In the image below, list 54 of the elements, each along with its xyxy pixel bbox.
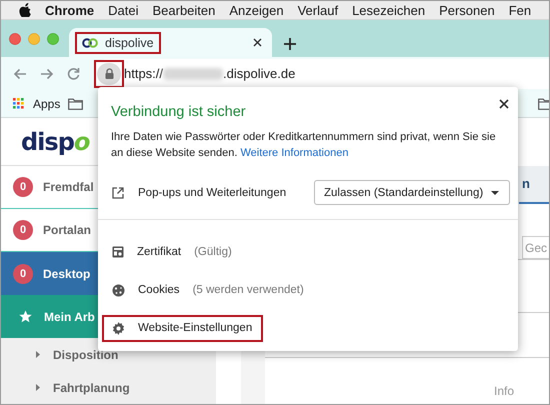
back-icon[interactable] [13, 68, 27, 80]
cookie-icon [112, 284, 125, 296]
count-badge: 0 [13, 220, 33, 240]
reload-icon[interactable] [67, 67, 80, 80]
info-label: Info [494, 384, 514, 398]
menu-item[interactable]: Bearbeiten [152, 2, 216, 18]
url-text: .dispolive.de [223, 66, 296, 81]
plus-icon[interactable] [284, 38, 296, 50]
site-info-item[interactable]: Zertifikat (Gültig) [102, 239, 243, 265]
browser-tab[interactable]: dispolive [69, 28, 272, 57]
submenu-item[interactable]: Fahrtplanung [1, 371, 216, 404]
menu-item[interactable]: Anzeigen [229, 2, 284, 18]
item-label: Cookies [138, 284, 180, 296]
permission-label: Pop-ups und Weiterleitungen [138, 186, 286, 198]
permission-dropdown[interactable]: Zulassen (Standardeinstellung) [314, 180, 510, 205]
caret-right-icon [36, 351, 40, 358]
site-info-item[interactable]: Website-Einstellungen [102, 314, 264, 342]
apps-grid-icon [13, 98, 24, 109]
close-icon [499, 99, 509, 109]
menu-item[interactable]: Chrome [45, 2, 94, 18]
search-field[interactable]: Gec [522, 236, 549, 259]
more-info-link[interactable]: Weitere Informationen [240, 147, 348, 159]
certificate-icon [112, 246, 124, 258]
menu-item[interactable]: Fen [508, 2, 532, 18]
menu-item[interactable]: Datei [108, 2, 138, 18]
lock-icon [104, 68, 114, 79]
close-icon [253, 38, 262, 47]
apple-icon [19, 3, 31, 17]
count-badge: 0 [13, 264, 33, 284]
external-link-icon [112, 186, 124, 198]
item-detail: (Gültig) [194, 246, 232, 258]
blurred-text [163, 68, 224, 80]
popup-title: Verbindung ist sicher [110, 103, 246, 120]
item-label: Website-Einstellungen [138, 322, 252, 334]
apps-bookmark[interactable]: Apps [13, 96, 60, 110]
caret-right-icon [36, 384, 40, 391]
site-info-item[interactable]: Cookies (5 werden verwendet) [102, 276, 315, 304]
folder-icon[interactable] [538, 98, 549, 110]
star-icon [19, 310, 32, 323]
window-control-icon[interactable] [9, 32, 21, 44]
item-detail: (5 werden verwendet) [192, 284, 304, 296]
menu-item[interactable]: Personen [439, 2, 495, 18]
item-label: Zertifikat [137, 246, 182, 258]
favicon-icon [82, 36, 98, 48]
caret-down-icon [491, 190, 499, 194]
count-badge: 0 [13, 177, 33, 197]
address-field[interactable]: https:// .dispolive.de [94, 58, 549, 88]
forward-icon[interactable] [40, 68, 54, 80]
folder-icon[interactable] [68, 98, 84, 110]
settings-icon [112, 322, 125, 334]
tab-title: dispolive [105, 36, 154, 50]
menu-item[interactable]: Verlauf [298, 2, 338, 18]
menu-item[interactable]: Lesezeichen [352, 2, 426, 18]
url-text: https:// [124, 66, 164, 81]
